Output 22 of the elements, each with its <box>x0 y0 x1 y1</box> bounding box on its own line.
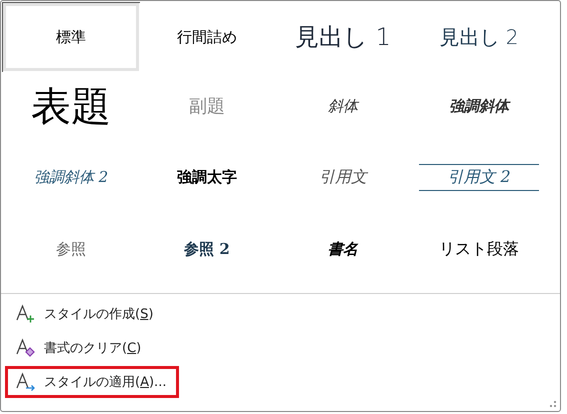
style-name: 表題 <box>31 82 111 132</box>
style-name: 書名 <box>328 240 358 258</box>
style-name: 引用文 <box>319 166 367 188</box>
style-name: 行間詰め <box>177 28 237 46</box>
style-name: 見出し 1 <box>295 22 391 53</box>
style-name: 斜体 <box>328 96 358 116</box>
eraser-icon <box>16 338 36 358</box>
style-name: 強調斜体 2 <box>34 168 108 186</box>
style-name: 参照 2 <box>184 240 230 258</box>
text-plus-icon <box>16 304 36 324</box>
style-name: 副題 <box>189 95 225 118</box>
style-name: 見出し 2 <box>439 24 519 50</box>
style-name: 標準 <box>56 28 86 46</box>
style-name: 強調太字 <box>177 168 237 186</box>
text-arrow-icon <box>16 372 36 392</box>
style-name: 引用文 2 <box>419 164 539 190</box>
style-name: 参照 <box>56 240 86 258</box>
style-name: 強調斜体 <box>449 96 509 116</box>
style-name: リスト段落 <box>439 238 519 260</box>
menu-item[interactable]: スタイルの適用(A)... <box>5 366 180 398</box>
resize-grip-icon[interactable] <box>549 400 557 408</box>
style-tile[interactable]: 標準 <box>3 3 139 71</box>
